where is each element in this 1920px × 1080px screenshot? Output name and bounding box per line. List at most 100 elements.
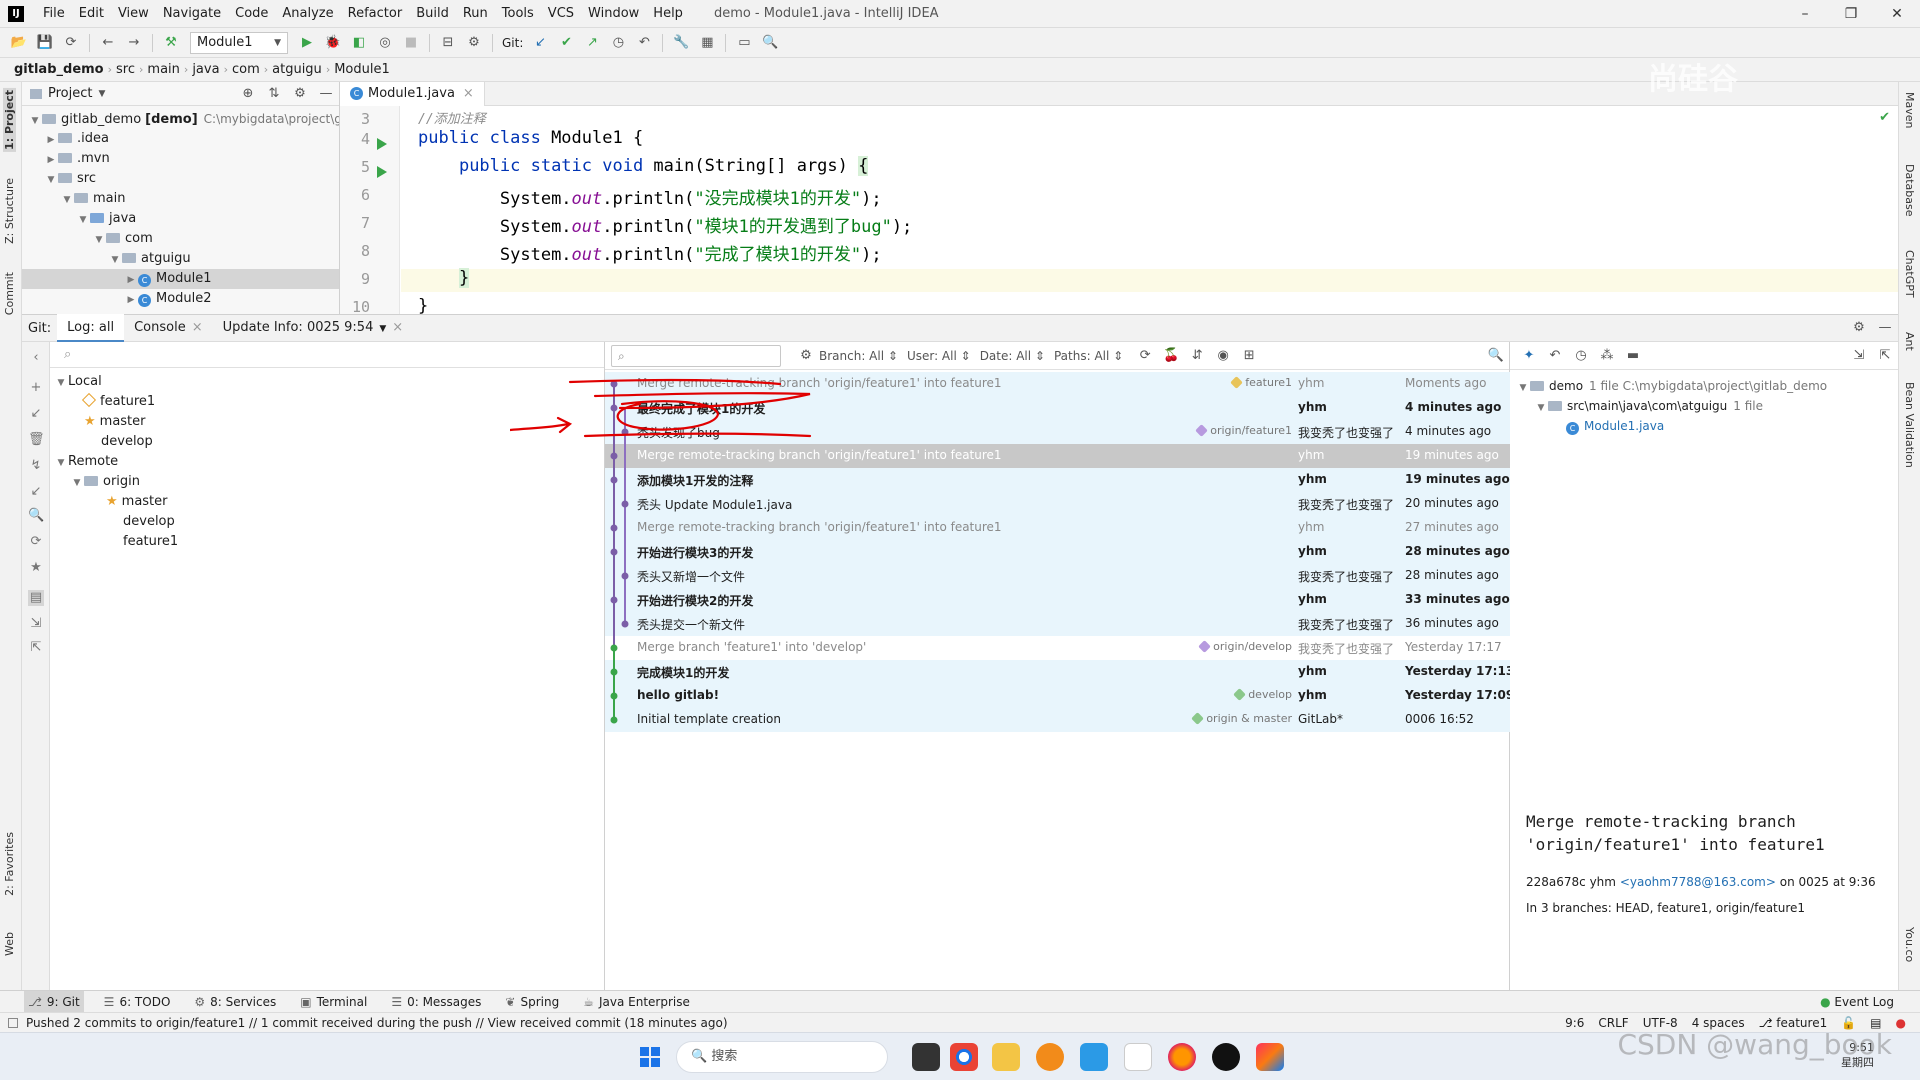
git-update-icon[interactable]: ↙ [530,33,550,53]
breadcrumb-item[interactable]: com [228,62,264,77]
eye-icon[interactable]: ◉ [1213,346,1233,366]
profile-icon[interactable]: ◎ [375,33,395,53]
toolwindow-button[interactable]: ⚙ 8: Services [190,991,280,1013]
tab-commit[interactable]: Commit [3,272,16,315]
menu-window[interactable]: Window [581,6,646,21]
debug-icon[interactable]: 🐞 [323,33,343,53]
search-icon[interactable]: 🔍 [28,508,44,524]
intellij-taskbar-icon[interactable] [1256,1043,1284,1071]
search-app-icon[interactable] [1036,1043,1064,1071]
show-details-icon[interactable]: ▬ [1623,346,1643,366]
changes-root[interactable]: ▼ demo 1 file C:\mybigdata\project\gitlab_… [1516,376,1898,396]
project-view-select[interactable]: Project [48,86,92,101]
open-folder-icon[interactable]: 📂 [9,33,29,53]
tab-bean-validation[interactable]: Bean Validation [1903,382,1916,468]
new-tab-icon[interactable]: ⊞ [1239,346,1259,366]
commit-row[interactable]: Initial template creation origin & master… [605,708,1510,732]
run-icon[interactable]: ▶ [297,33,317,53]
branch-group-remote[interactable]: ▼ Remote [50,452,604,472]
chrome-icon[interactable] [950,1043,978,1071]
store-icon[interactable] [1080,1043,1108,1071]
vcs-icon[interactable]: ⊟ [438,33,458,53]
minimize-button[interactable]: – [1782,0,1828,28]
cherry-pick-icon[interactable]: 🍒 [1161,346,1181,366]
branch-item[interactable]: feature1 [50,532,604,552]
breadcrumb-item[interactable]: main [143,62,183,77]
menu-refactor[interactable]: Refactor [341,6,410,21]
menu-file[interactable]: File [36,6,72,21]
branch-item[interactable]: develop [50,512,604,532]
toolwindow-button[interactable]: ❦ Spring [501,991,563,1013]
event-log-button[interactable]: ● Event Log [1820,995,1894,1009]
chevron-down-icon[interactable]: ▼ [98,89,105,99]
search-everywhere-icon[interactable]: 🔍 [760,33,780,53]
show-branches-icon[interactable]: ▤ [28,590,44,606]
add-icon[interactable]: + [28,380,44,396]
git-tab[interactable]: Console × [124,314,213,342]
tree-arrow-icon[interactable]: ▼ [28,111,42,131]
close-window-button[interactable]: ✕ [1874,0,1920,28]
run-config-select[interactable]: Module1 ▼ [190,31,288,54]
commit-row[interactable]: Merge remote-tracking branch 'origin/fea… [605,516,1510,540]
collapse-all-icon[interactable]: ⇱ [1875,346,1895,366]
status-message[interactable]: Pushed 2 commits to origin/feature1 // 1… [26,1016,728,1030]
menu-help[interactable]: Help [646,6,690,21]
expand-all-icon[interactable]: ⇲ [28,616,44,632]
menu-navigate[interactable]: Navigate [156,6,228,21]
back-icon[interactable]: ← [98,33,118,53]
tree-arrow-icon[interactable]: ▶ [124,290,138,310]
run-main-icon[interactable] [377,166,387,178]
tree-item[interactable]: ▶ C Module1 [22,269,339,289]
menu-tools[interactable]: Tools [495,6,541,21]
commit-row[interactable]: Merge branch 'feature1' into 'develop' or… [605,636,1510,660]
commit-row[interactable]: 添加模块1开发的注释 yhm 19 minutes ago [605,468,1510,492]
commit-row[interactable]: Merge remote-tracking branch 'origin/fea… [605,444,1510,468]
toolwindow-button[interactable]: ☰ 0: Messages [387,991,485,1013]
typora-icon[interactable] [1124,1043,1152,1071]
group-icon[interactable]: ⁂ [1597,346,1617,366]
tab-you[interactable]: You.co [1903,927,1916,962]
revert-icon[interactable]: ↶ [1545,346,1565,366]
chevron-down-icon[interactable]: ▼ [379,324,386,334]
commit-row[interactable]: 秃头 Update Module1.java 我变秃了也变强了 20 minutes… [605,492,1510,516]
taskbar-search[interactable]: 🔍 搜索 [676,1041,888,1073]
tree-arrow-icon[interactable]: ▶ [44,150,58,170]
commit-row[interactable]: 开始进行模块2的开发 yhm 33 minutes ago [605,588,1510,612]
save-all-icon[interactable]: 💾 [35,33,55,53]
menu-run[interactable]: Run [456,6,495,21]
toolwindow-button[interactable]: ☕ Java Enterprise [579,991,694,1013]
close-icon[interactable]: × [392,320,403,335]
tree-item[interactable]: ▶ C Module2 [22,289,339,309]
collapse-left-icon[interactable]: ‹ [28,350,44,366]
tab-project[interactable]: 1: Project [3,88,16,152]
hide-panel-icon[interactable]: — [1875,318,1895,338]
tree-arrow-icon[interactable]: ▼ [44,170,58,190]
menu-edit[interactable]: Edit [72,6,111,21]
firefox-icon[interactable] [1168,1043,1196,1071]
tree-item[interactable]: ▼ atguigu [22,249,339,269]
file-explorer-icon[interactable] [992,1043,1020,1071]
locate-icon[interactable]: ⊕ [238,84,258,104]
menu-view[interactable]: View [111,6,156,21]
menu-analyze[interactable]: Analyze [275,6,340,21]
tab-module1-java[interactable]: C Module1.java × [340,82,485,106]
delete-icon[interactable]: 🗑 [28,432,45,448]
log-filter[interactable]: Date: All ⇕ [980,349,1045,363]
no-problems-check-icon[interactable]: ✔ [1879,110,1890,125]
commit-row[interactable]: hello gitlab! develop yhm Yesterday 17:09 [605,684,1514,708]
forward-icon[interactable]: → [124,33,144,53]
project-structure-icon[interactable]: ▦ [697,33,717,53]
windows-start-icon[interactable] [640,1047,660,1067]
log-settings-icon[interactable]: ⚙ [796,346,816,366]
git-push-icon[interactable]: ↗ [582,33,602,53]
menu-build[interactable]: Build [409,6,456,21]
breadcrumb-item[interactable]: Module1 [330,62,394,77]
tree-item[interactable]: ▼ main [22,189,339,209]
history-icon[interactable]: ◷ [1571,346,1591,366]
refresh-icon[interactable]: ⟳ [28,534,44,550]
tree-item[interactable]: ▼ src [22,169,339,189]
breadcrumb-item[interactable]: atguigu [268,62,326,77]
caret-position[interactable]: 9:6 [1565,1016,1584,1030]
commit-row[interactable]: 秃头又新增一个文件 我变秃了也变强了 28 minutes ago [605,564,1510,588]
log-filter[interactable]: Branch: All ⇕ [819,349,898,363]
